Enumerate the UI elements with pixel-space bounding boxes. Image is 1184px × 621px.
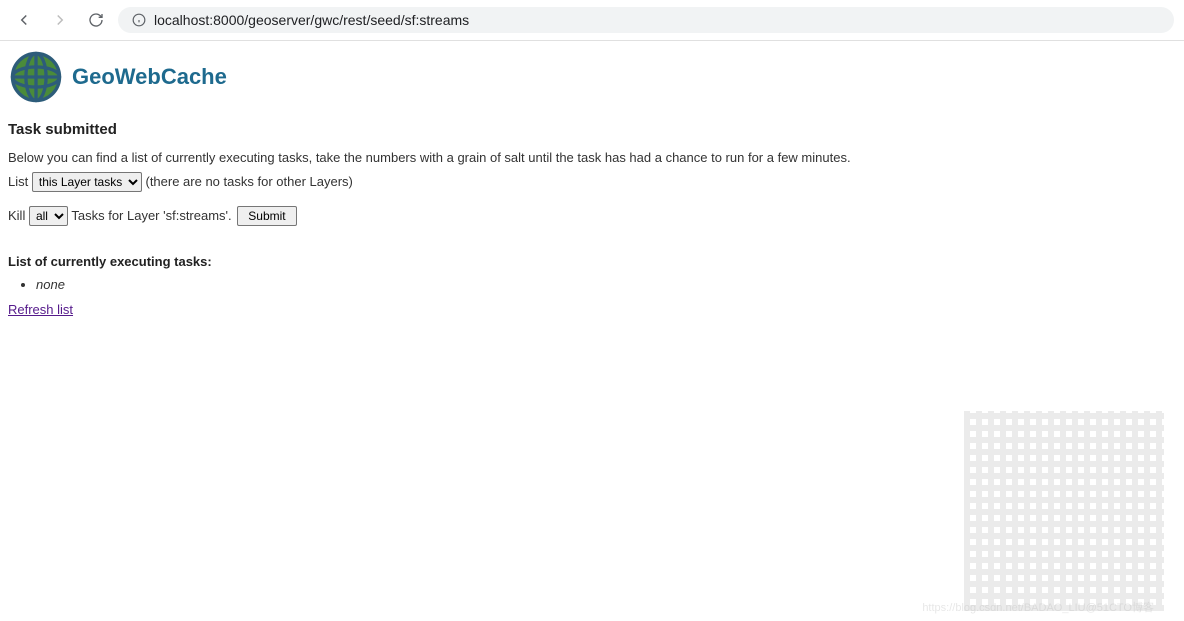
back-button[interactable] (10, 6, 38, 34)
kill-scope-select[interactable]: all (29, 206, 68, 226)
forward-button[interactable] (46, 6, 74, 34)
kill-row: Kill all Tasks for Layer 'sf:streams'. S… (8, 206, 1176, 226)
reload-button[interactable] (82, 6, 110, 34)
layer-filter-select[interactable]: this Layer tasks (32, 172, 142, 192)
page-content: GeoWebCache Task submitted Below you can… (0, 41, 1184, 337)
page-title: Task submitted (8, 121, 1176, 138)
list-suffix-label: (there are no tasks for other Layers) (145, 174, 352, 189)
refresh-link[interactable]: Refresh list (8, 302, 73, 317)
list-filter-row: List this Layer tasks (there are no task… (8, 172, 1176, 192)
geowebcache-logo-icon (8, 49, 64, 105)
watermark-text: https://blog.csdn.net/BADAO_LIU@51CTO博客 (922, 599, 1154, 615)
kill-suffix-label: Tasks for Layer 'sf:streams'. (71, 208, 231, 223)
logo-header: GeoWebCache (8, 49, 1176, 105)
intro-text: Below you can find a list of currently e… (8, 148, 1176, 168)
tasks-section-title: List of currently executing tasks: (8, 254, 1176, 269)
info-icon (132, 13, 146, 27)
tasks-list: none (36, 277, 1176, 292)
url-text: localhost:8000/geoserver/gwc/rest/seed/s… (154, 12, 469, 28)
list-prefix-label: List (8, 174, 28, 189)
submit-button[interactable]: Submit (237, 206, 296, 226)
list-item: none (36, 277, 1176, 292)
kill-prefix-label: Kill (8, 208, 25, 223)
browser-toolbar: localhost:8000/geoserver/gwc/rest/seed/s… (0, 0, 1184, 41)
address-bar[interactable]: localhost:8000/geoserver/gwc/rest/seed/s… (118, 7, 1174, 33)
qr-watermark (964, 411, 1164, 611)
brand-name: GeoWebCache (72, 64, 227, 90)
